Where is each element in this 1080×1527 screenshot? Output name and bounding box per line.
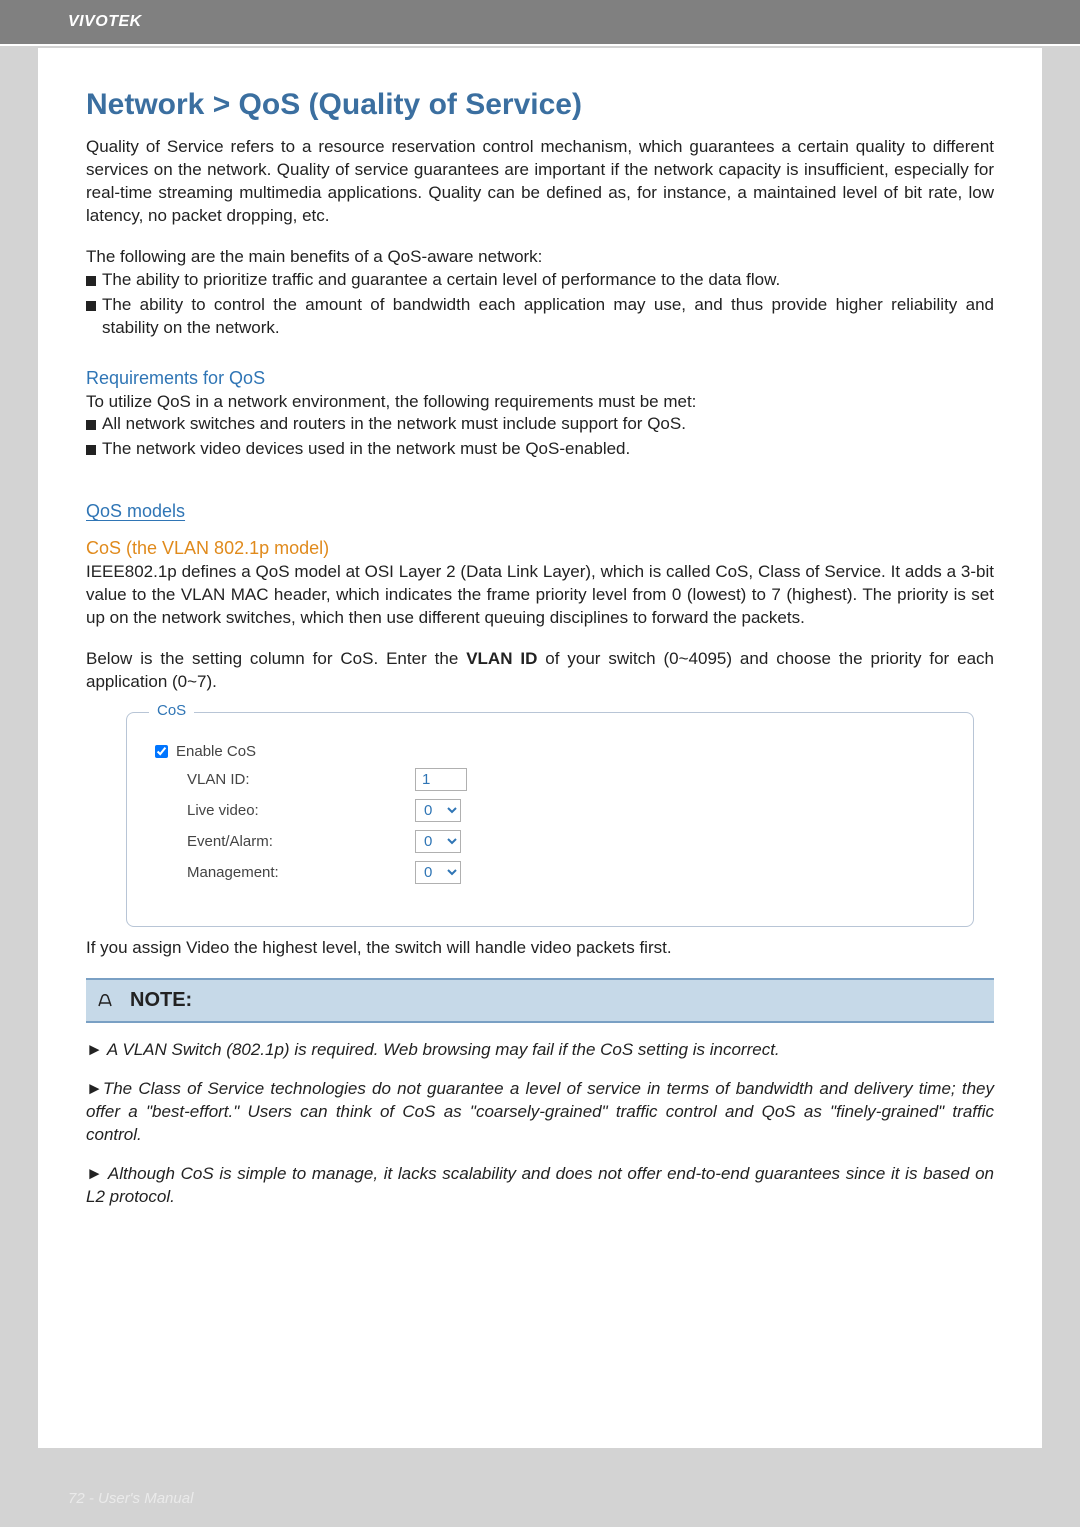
square-bullet-icon: [86, 445, 96, 455]
note-bar: NOTE:: [86, 978, 994, 1023]
page-footer: 72 - User's Manual: [68, 1490, 193, 1507]
arrow-icon: ►: [86, 1164, 103, 1183]
vlan-id-input[interactable]: [415, 768, 467, 791]
cos-setting-bold: VLAN ID: [466, 649, 537, 668]
cos-setting-pre: Below is the setting column for CoS. Ent…: [86, 649, 466, 668]
event-alarm-label: Event/Alarm:: [155, 833, 415, 850]
benefits-intro: The following are the main benefits of a…: [86, 246, 994, 269]
note-title: NOTE:: [130, 989, 192, 1012]
requirement-text: All network switches and routers in the …: [102, 413, 686, 436]
square-bullet-icon: [86, 420, 96, 430]
intro-paragraph: Quality of Service refers to a resource …: [86, 136, 994, 228]
requirement-item: All network switches and routers in the …: [86, 413, 994, 436]
after-panel-text: If you assign Video the highest level, t…: [86, 937, 994, 960]
cos-legend: CoS: [149, 702, 194, 719]
cos-paragraph: IEEE802.1p defines a QoS model at OSI La…: [86, 561, 994, 630]
enable-cos-label: Enable CoS: [176, 743, 256, 760]
management-row: Management: 0: [155, 861, 945, 884]
pencil-icon: [96, 986, 120, 1015]
cos-settings-panel: CoS Enable CoS VLAN ID: Live video: 0 Ev…: [126, 712, 974, 927]
benefit-text: The ability to prioritize traffic and gu…: [102, 269, 780, 292]
note-text: Although CoS is simple to manage, it lac…: [86, 1164, 994, 1206]
page-content: Network > QoS (Quality of Service) Quali…: [38, 48, 1042, 1448]
note-item: ► Although CoS is simple to manage, it l…: [86, 1163, 994, 1209]
event-alarm-row: Event/Alarm: 0: [155, 830, 945, 853]
note-text: A VLAN Switch (802.1p) is required. Web …: [107, 1040, 780, 1059]
benefit-text: The ability to control the amount of ban…: [102, 294, 994, 340]
note-item: ►The Class of Service technologies do no…: [86, 1078, 994, 1147]
live-video-label: Live video:: [155, 802, 415, 819]
square-bullet-icon: [86, 276, 96, 286]
header-bar: VIVOTEK: [0, 0, 1080, 44]
requirement-item: The network video devices used in the ne…: [86, 438, 994, 461]
benefit-item: The ability to prioritize traffic and gu…: [86, 269, 994, 292]
page-title: Network > QoS (Quality of Service): [86, 88, 994, 122]
requirement-text: The network video devices used in the ne…: [102, 438, 630, 461]
arrow-icon: ►: [86, 1079, 103, 1098]
brand-label: VIVOTEK: [68, 13, 142, 31]
cos-setting-paragraph: Below is the setting column for CoS. Ent…: [86, 648, 994, 694]
enable-cos-checkbox[interactable]: [155, 745, 168, 758]
enable-cos-row: Enable CoS: [155, 743, 945, 760]
management-select[interactable]: 0: [415, 861, 461, 884]
note-text: The Class of Service technologies do not…: [86, 1079, 994, 1144]
live-video-row: Live video: 0: [155, 799, 945, 822]
square-bullet-icon: [86, 301, 96, 311]
note-item: ► A VLAN Switch (802.1p) is required. We…: [86, 1039, 994, 1062]
requirements-heading: Requirements for QoS: [86, 368, 994, 389]
cos-heading: CoS (the VLAN 802.1p model): [86, 538, 994, 559]
vlan-id-row: VLAN ID:: [155, 768, 945, 791]
header-underline: [0, 44, 1080, 46]
vlan-id-label: VLAN ID:: [155, 771, 415, 788]
management-label: Management:: [155, 864, 415, 881]
requirements-intro: To utilize QoS in a network environment,…: [86, 391, 994, 414]
benefit-item: The ability to control the amount of ban…: [86, 294, 994, 340]
event-alarm-select[interactable]: 0: [415, 830, 461, 853]
live-video-select[interactable]: 0: [415, 799, 461, 822]
arrow-icon: ►: [86, 1040, 103, 1059]
qos-models-heading: QoS models: [86, 501, 994, 522]
